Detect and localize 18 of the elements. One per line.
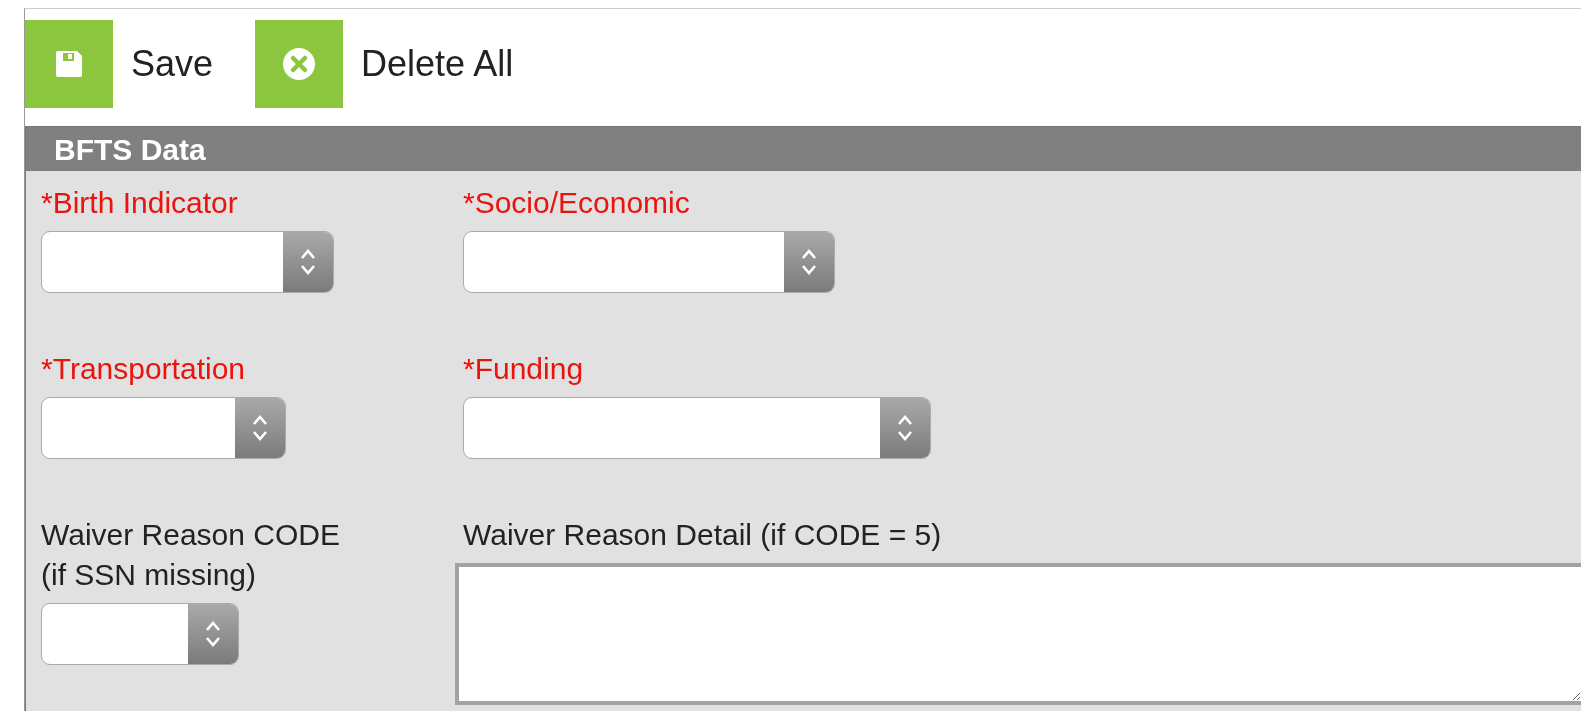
dropdown[interactable]: [41, 603, 239, 665]
field-label: *Transportation: [41, 351, 246, 387]
dropdown[interactable]: [463, 231, 835, 293]
field-label: Waiver Reason Detail (if CODE = 5): [463, 517, 943, 553]
field-label: *Socio/Economic: [463, 185, 691, 221]
x-circle-icon: [282, 47, 317, 81]
delete-label[interactable]: Delete All: [361, 43, 514, 85]
dropdown[interactable]: [41, 397, 286, 459]
save-button[interactable]: [25, 20, 113, 108]
save-label[interactable]: Save: [131, 43, 214, 85]
dropdown[interactable]: [463, 397, 931, 459]
field-label: *Birth Indicator: [41, 185, 239, 221]
text-area[interactable]: [455, 563, 1581, 705]
dropdown[interactable]: [41, 231, 334, 293]
delete-button[interactable]: [255, 20, 344, 108]
field-label: *Funding: [463, 351, 585, 387]
field-label: Waiver Reason CODE (if SSN missing): [41, 517, 341, 593]
panel-title: BFTS Data: [26, 127, 1581, 171]
